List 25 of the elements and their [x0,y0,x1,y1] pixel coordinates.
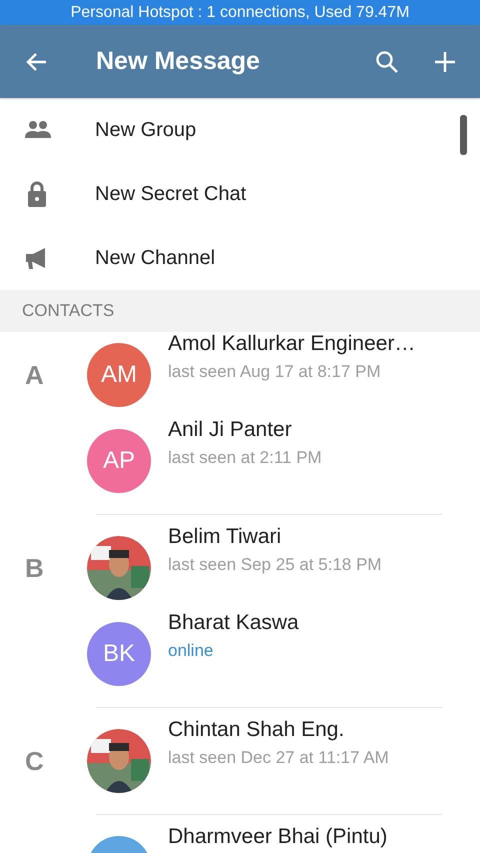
last-seen-text: last seen Aug 17 at 8:17 PM [168,362,382,382]
index-letter: B [25,553,44,584]
last-seen-text: online [168,641,214,661]
search-icon[interactable] [374,48,400,74]
contact-name[interactable]: Anil Ji Panter [168,418,322,442]
contact-name[interactable]: Belim Tiwari [168,525,382,549]
menu-item[interactable]: New Channel [95,246,216,270]
index-letter: C [25,746,44,777]
screen-title: New Message [96,47,261,76]
avatar: AM [87,343,151,407]
last-seen-text: last seen Dec 27 at 11:17 AM [168,748,389,768]
menu-item[interactable]: New Group [95,118,196,142]
scrollbar [460,115,467,155]
hotspot-status-bar: Personal Hotspot : 1 connections, Used 79.47M [0,0,480,25]
section-header: CONTACTS [0,290,480,332]
contact-name[interactable]: Amol Kallurkar Engineer… [168,332,416,356]
index-letter: A [25,360,44,391]
avatar: AP [87,429,151,493]
avatar: BK [87,622,151,686]
contact-name[interactable]: Dharmveer Bhai (Pintu) [168,825,388,849]
last-seen-text: last seen Sep 25 at 5:18 PM [168,555,382,575]
contact-name[interactable]: Chintan Shah Eng. [168,718,389,742]
menu-item[interactable]: New Secret Chat [95,182,246,206]
contact-name[interactable]: Bharat Kaswa [168,611,299,635]
last-seen-text: last seen at 2:11 PM [168,448,322,468]
